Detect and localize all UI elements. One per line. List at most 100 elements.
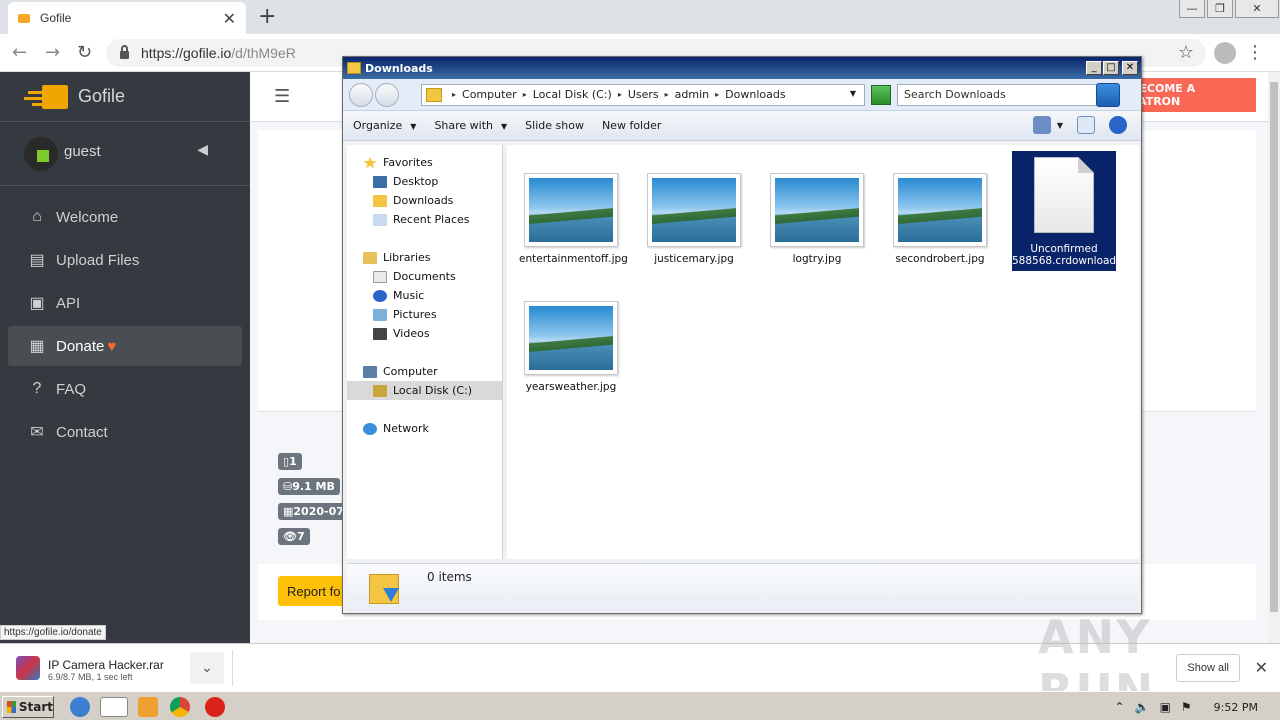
organize-menu[interactable]: Organize ▼	[353, 119, 416, 132]
slide-show-button[interactable]: Slide show	[525, 119, 584, 132]
profile-avatar-icon[interactable]	[1214, 42, 1236, 64]
status-link: https://gofile.io/donate	[0, 625, 106, 640]
nav-recent-places[interactable]: Recent Places	[347, 210, 502, 229]
volume-icon[interactable]: 🔈	[1135, 700, 1150, 714]
breadcrumb-computer[interactable]: Computer	[462, 88, 517, 101]
reload-icon[interactable]: ↻	[77, 42, 92, 63]
sidebar-item-faq[interactable]: ? FAQ	[8, 369, 242, 409]
sidebar-item-api[interactable]: ▣ API	[8, 283, 242, 323]
document-icon	[1034, 157, 1094, 233]
file-item-selected[interactable]: Unconfirmed 588568.crdownload	[1012, 151, 1116, 271]
sidebar-item-welcome[interactable]: ⌂ Welcome	[8, 197, 242, 237]
minimize-button[interactable]: —	[1179, 0, 1205, 18]
restore-button[interactable]: ❐	[1207, 0, 1233, 18]
browser-tab[interactable]: Gofile ✕	[8, 2, 246, 34]
maximize-button[interactable]: □	[1103, 61, 1119, 75]
window-controls: — ❐ ✕	[1178, 0, 1280, 18]
download-progress: 6.9/8.7 MB, 1 sec left	[48, 672, 133, 682]
heart-icon: ♥	[107, 337, 117, 355]
media-player-icon[interactable]	[138, 697, 158, 717]
sidebar-item-contact[interactable]: ✉ Contact	[8, 412, 242, 452]
tray-expand-icon[interactable]: ⌃	[1115, 700, 1125, 714]
report-button[interactable]: Report fo	[278, 576, 348, 606]
close-button[interactable]: ✕	[1122, 61, 1138, 75]
bookmark-star-icon[interactable]: ☆	[1178, 42, 1194, 63]
back-arrow-icon[interactable]	[349, 82, 373, 107]
refresh-icon[interactable]	[871, 84, 891, 105]
forward-arrow-icon[interactable]	[375, 82, 399, 107]
computer-icon	[363, 365, 377, 378]
brand[interactable]: Gofile	[0, 72, 250, 122]
help-icon[interactable]	[1109, 116, 1127, 134]
close-tab-icon[interactable]: ✕	[223, 9, 236, 28]
view-dropdown-icon[interactable]: ▼	[1057, 121, 1063, 130]
become-patron-button[interactable]: BECOME A PATRON	[1131, 78, 1256, 112]
new-folder-button[interactable]: New folder	[602, 119, 661, 132]
stop-icon[interactable]	[205, 697, 225, 717]
search-input[interactable]: Search Downloads	[897, 82, 1120, 107]
preview-pane-icon[interactable]	[1077, 116, 1095, 134]
forward-arrow-icon[interactable]: →	[45, 42, 60, 63]
start-button[interactable]: Start	[2, 696, 54, 718]
file-name: entertainmentoff.jpg	[519, 253, 628, 265]
download-filename[interactable]: IP Camera Hacker.rar	[48, 658, 164, 672]
browser-menu-icon[interactable]: ⋮	[1246, 42, 1264, 63]
nav-videos[interactable]: Videos	[347, 324, 502, 343]
user-avatar	[24, 136, 58, 171]
breadcrumb[interactable]: ▸ Computer ▸ Local Disk (C:) ▸ Users ▸ a…	[421, 83, 865, 106]
user-panel[interactable]: guest ◀	[0, 122, 250, 186]
breadcrumb-admin[interactable]: admin	[675, 88, 709, 101]
chevron-down-icon[interactable]: ⌄	[190, 652, 224, 684]
share-with-menu[interactable]: Share with ▼	[434, 119, 507, 132]
minimize-button[interactable]: _	[1086, 61, 1102, 75]
file-name: logtry.jpg	[792, 253, 842, 265]
nav-downloads[interactable]: Downloads	[347, 191, 502, 210]
nav-local-disk[interactable]: Local Disk (C:)	[347, 381, 502, 400]
file-item[interactable]: secondrobert.jpg	[888, 173, 992, 265]
search-placeholder: Search Downloads	[904, 88, 1006, 101]
flag-icon[interactable]: ⚑	[1181, 700, 1192, 714]
change-view-icon[interactable]	[1032, 116, 1051, 134]
pictures-icon	[373, 308, 387, 321]
history-dropdown-icon[interactable]: ▼	[850, 89, 856, 98]
nav-pictures[interactable]: Pictures	[347, 305, 502, 324]
envelope-icon: ✉	[30, 424, 44, 441]
nav-documents[interactable]: Documents	[347, 267, 502, 286]
recent-places-icon	[373, 213, 387, 226]
sidebar: Gofile guest ◀ ⌂ Welcome ▤ Upload Files …	[0, 72, 250, 643]
folder-icon	[426, 87, 442, 102]
file-item[interactable]: justicemary.jpg	[642, 173, 746, 265]
new-tab-button[interactable]: +	[258, 4, 276, 29]
nav-computer[interactable]: Computer	[347, 362, 502, 381]
file-item[interactable]: logtry.jpg	[765, 173, 869, 265]
user-name: guest	[64, 143, 101, 160]
back-arrow-icon[interactable]: ←	[12, 42, 27, 63]
explorer-titlebar[interactable]: Downloads _ □ ✕	[343, 57, 1141, 79]
url-text: https://gofile.io/d/thM9eR	[141, 45, 296, 61]
nav-favorites[interactable]: Favorites	[347, 153, 502, 172]
close-window-button[interactable]: ✕	[1235, 0, 1279, 18]
chrome-icon[interactable]	[170, 697, 190, 717]
breadcrumb-local-disk[interactable]: Local Disk (C:)	[533, 88, 612, 101]
sidebar-item-upload-files[interactable]: ▤ Upload Files	[8, 240, 242, 280]
search-icon[interactable]	[1096, 82, 1120, 107]
network-icon[interactable]: ▣	[1160, 700, 1171, 714]
nav-libraries[interactable]: Libraries	[347, 248, 502, 267]
file-item[interactable]: yearsweather.jpg	[519, 301, 623, 393]
sidebar-nav: ⌂ Welcome ▤ Upload Files ▣ API ▦ Donate …	[0, 186, 250, 452]
address-row: ▸ Computer ▸ Local Disk (C:) ▸ Users ▸ a…	[343, 79, 1141, 111]
internet-explorer-icon[interactable]	[70, 697, 90, 717]
breadcrumb-downloads[interactable]: Downloads	[725, 88, 785, 101]
home-icon: ⌂	[32, 208, 42, 225]
hamburger-menu-icon[interactable]: ☰	[274, 86, 290, 107]
chevron-left-icon[interactable]: ◀	[197, 142, 208, 158]
nav-desktop[interactable]: Desktop	[347, 172, 502, 191]
explorer-taskbar-icon[interactable]	[100, 697, 128, 717]
breadcrumb-users[interactable]: Users	[628, 88, 659, 101]
image-thumbnail-icon	[893, 173, 987, 247]
sidebar-item-donate[interactable]: ▦ Donate ♥	[8, 326, 242, 366]
page-scrollbar[interactable]	[1268, 72, 1280, 643]
file-item[interactable]: entertainmentoff.jpg	[519, 173, 628, 265]
nav-music[interactable]: Music	[347, 286, 502, 305]
nav-network[interactable]: Network	[347, 419, 502, 438]
